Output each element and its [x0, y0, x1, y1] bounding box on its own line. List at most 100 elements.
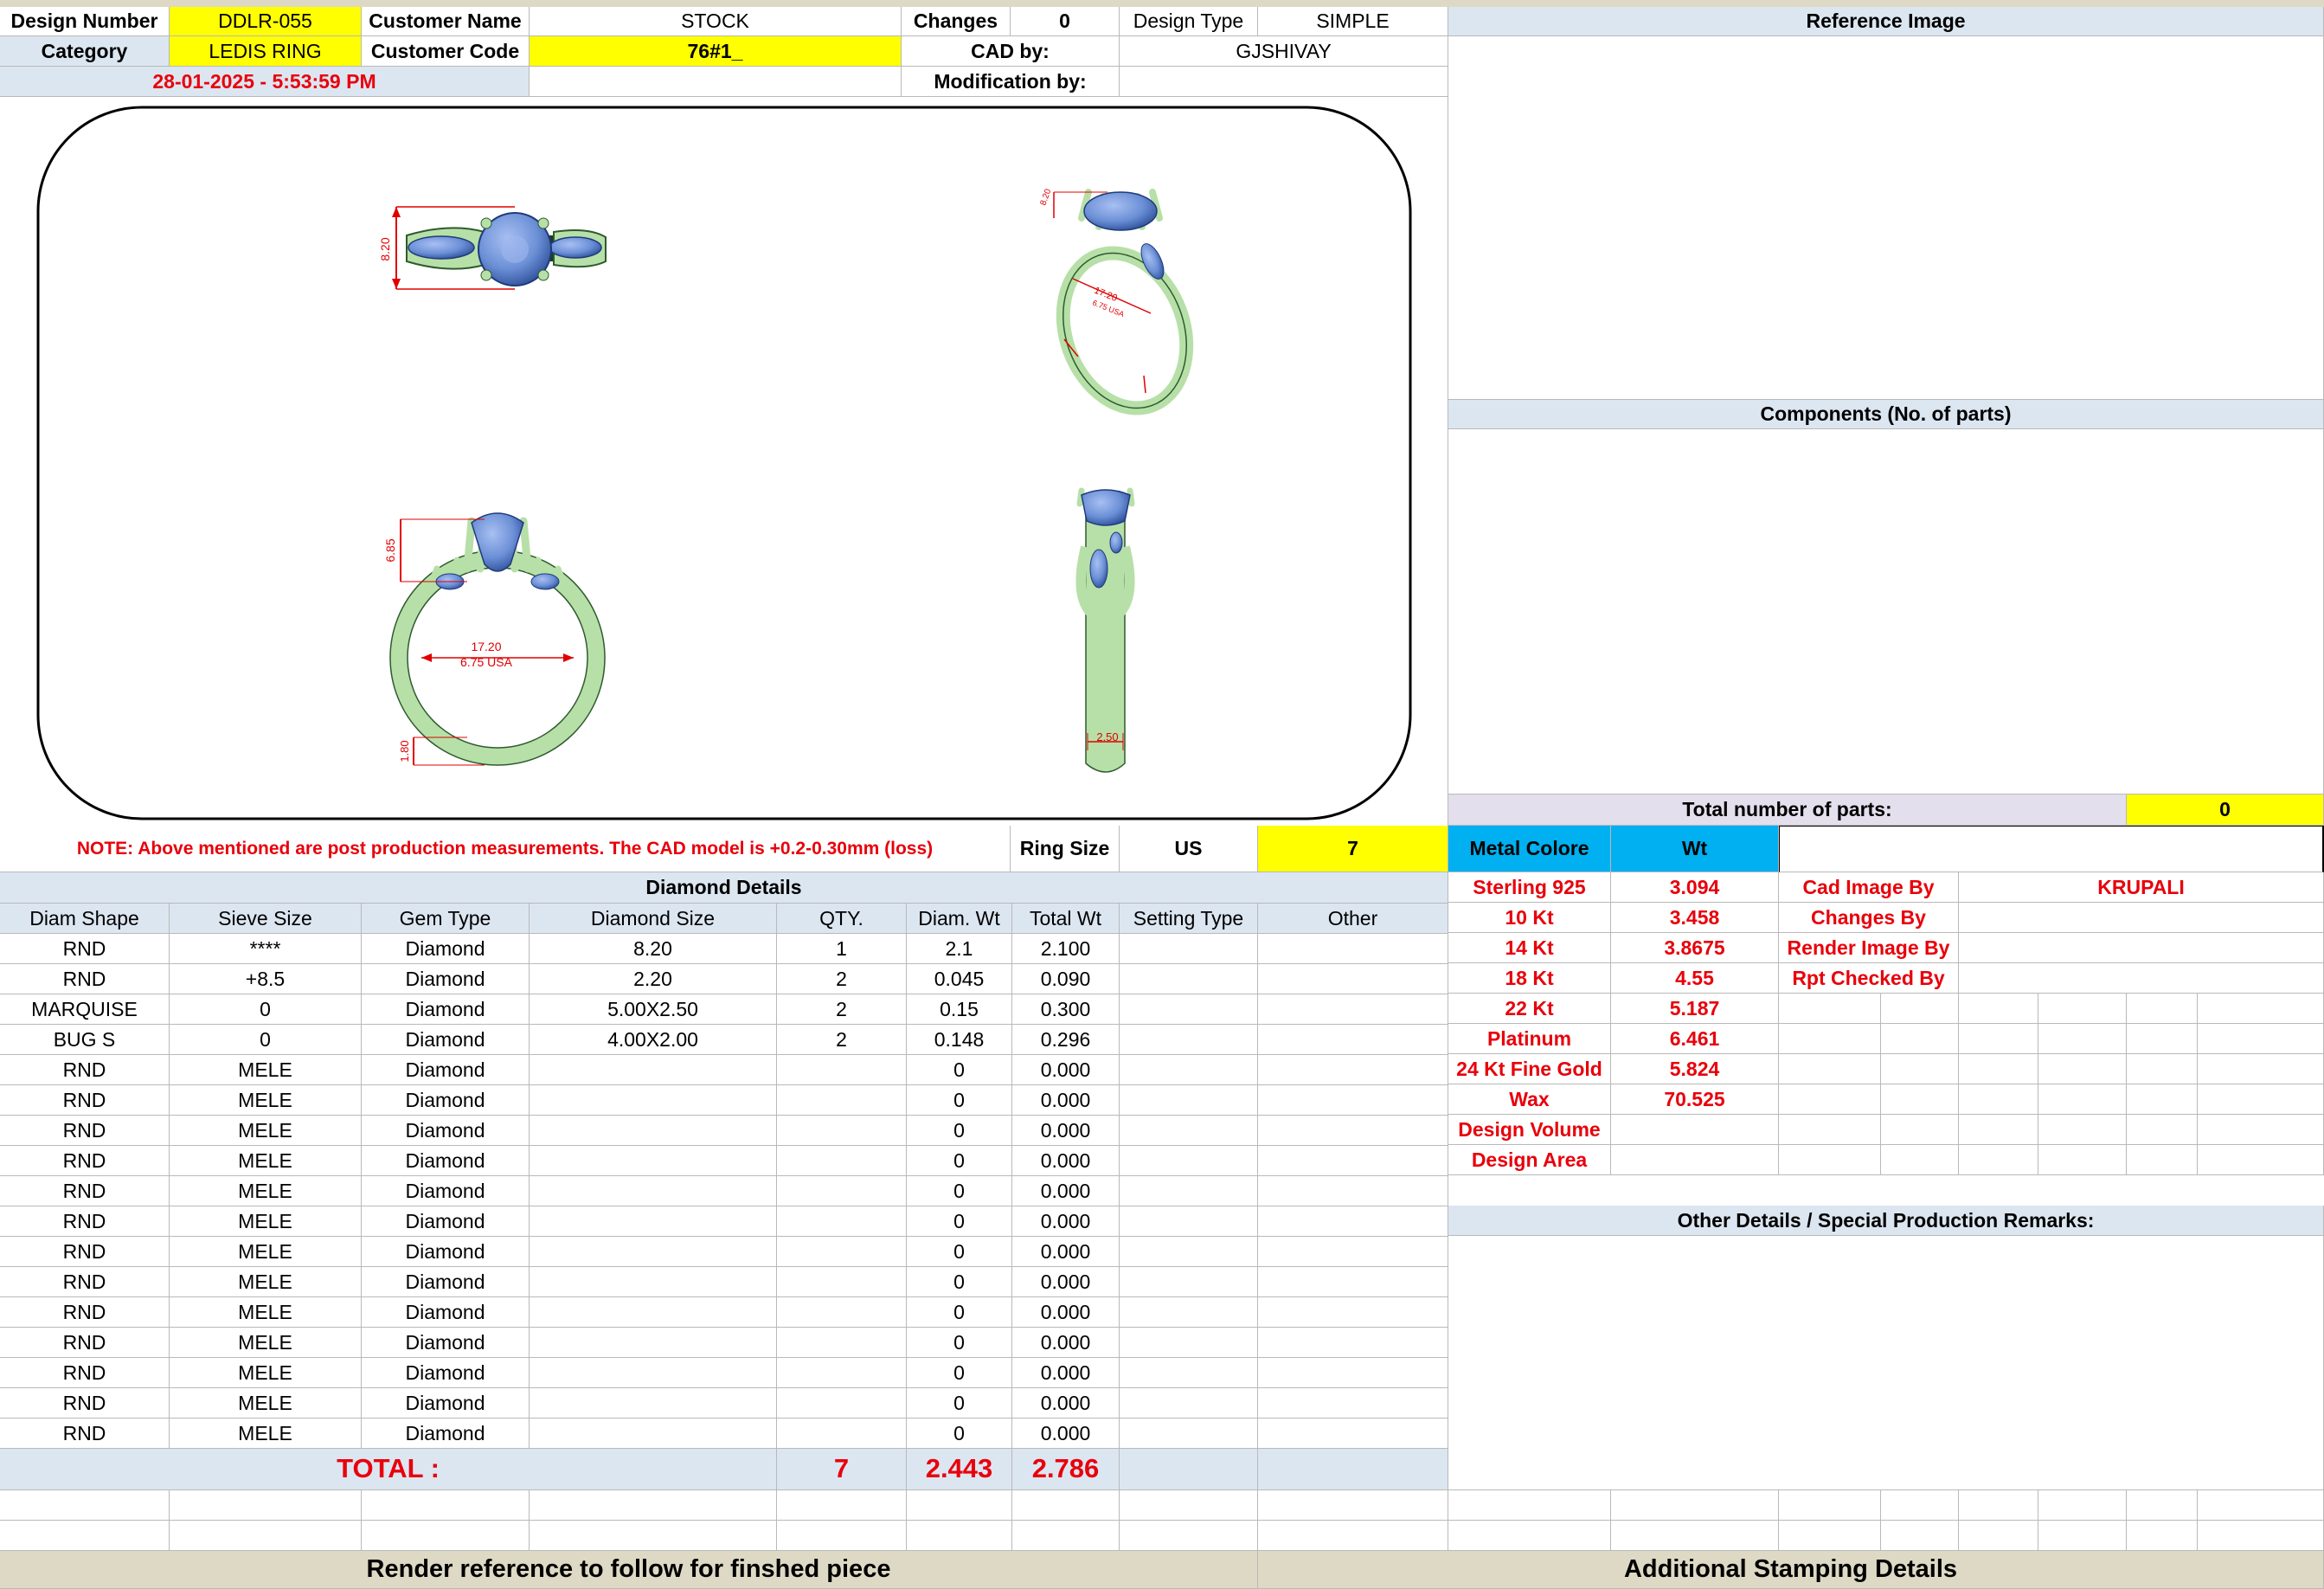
drawing-frame	[36, 106, 1412, 820]
blank-row-1-cell	[1611, 1490, 1779, 1521]
diamond-row-15-sieve-size: MELE	[170, 1358, 362, 1388]
blank-row-2-cell	[2038, 1521, 2127, 1551]
diamond-row-4-setting-type[interactable]	[1120, 1025, 1258, 1055]
ring-size-value[interactable]: 7	[1258, 826, 1448, 872]
diamond-row-10-diam-shape: RND	[0, 1206, 170, 1237]
metal-wt-6: 6.461	[1611, 1024, 1779, 1054]
metal-grid-blank	[1959, 994, 2038, 1024]
diamond-row-7-setting-type[interactable]	[1120, 1116, 1258, 1146]
diamond-row-2-qty: 2	[777, 964, 907, 994]
diamond-row-1-other[interactable]	[1258, 934, 1448, 964]
diamond-row-3-total-wt: 0.300	[1012, 994, 1120, 1025]
diamond-row-8-setting-type[interactable]	[1120, 1146, 1258, 1176]
diamond-row-16-total-wt: 0.000	[1012, 1388, 1120, 1419]
diamond-row-11-other[interactable]	[1258, 1237, 1448, 1267]
diamond-row-13-other[interactable]	[1258, 1297, 1448, 1328]
diamond-row-1-setting-type[interactable]	[1120, 934, 1258, 964]
diamond-row-6-other[interactable]	[1258, 1085, 1448, 1116]
diamond-row-8-other[interactable]	[1258, 1146, 1448, 1176]
diamond-row-14-other[interactable]	[1258, 1328, 1448, 1358]
changes-cell[interactable]: 0	[1011, 7, 1120, 36]
metal-grid-blank	[2127, 1084, 2198, 1115]
diamond-row-6-total-wt: 0.000	[1012, 1085, 1120, 1116]
diamond-row-10-other[interactable]	[1258, 1206, 1448, 1237]
blank-row-2-cell	[170, 1521, 362, 1551]
diamond-row-8-diam-wt: 0	[907, 1146, 1012, 1176]
metal-grid-blank	[2127, 994, 2198, 1024]
dim-ring-size: 6.75 USA	[460, 655, 513, 669]
metal-name-3: 14 Kt	[1448, 933, 1611, 963]
diamond-row-12-diam-shape: RND	[0, 1267, 170, 1297]
diamond-row-9-other[interactable]	[1258, 1176, 1448, 1206]
diamond-row-5-diam-shape: RND	[0, 1055, 170, 1085]
diamond-row-14-setting-type[interactable]	[1120, 1328, 1258, 1358]
diamond-row-2-setting-type[interactable]	[1120, 964, 1258, 994]
diamond-row-14-qty	[777, 1328, 907, 1358]
diamond-row-17-setting-type[interactable]	[1120, 1419, 1258, 1449]
diamond-row-15-setting-type[interactable]	[1120, 1358, 1258, 1388]
credit-value-1[interactable]: KRUPALI	[1959, 872, 2324, 903]
timestamp: 28-01-2025 - 5:53:59 PM	[0, 67, 530, 97]
top-strip	[0, 0, 2324, 7]
diamond-row-3-setting-type[interactable]	[1120, 994, 1258, 1025]
col-header-qty: QTY.	[777, 904, 907, 934]
ring-cad-views: 8.20 8.20 17.20 6.75 USA 6.85 17.20 6.75…	[36, 106, 1412, 820]
diamond-row-17-other[interactable]	[1258, 1419, 1448, 1449]
design-type-label: Design Type	[1120, 7, 1258, 36]
design-type-cell[interactable]: SIMPLE	[1258, 7, 1448, 36]
diamond-row-2-other[interactable]	[1258, 964, 1448, 994]
metal-wt-9	[1611, 1115, 1779, 1145]
design-number-label: Design Number	[0, 7, 170, 36]
customer-name-cell[interactable]: STOCK	[530, 7, 902, 36]
diamond-row-5-setting-type[interactable]	[1120, 1055, 1258, 1085]
diamond-row-9-diam-shape: RND	[0, 1176, 170, 1206]
diamond-row-10-qty	[777, 1206, 907, 1237]
diamond-row-5-other[interactable]	[1258, 1055, 1448, 1085]
diamond-row-14-diam-shape: RND	[0, 1328, 170, 1358]
blank-row-1-cell	[1779, 1490, 1881, 1521]
diamond-row-12-setting-type[interactable]	[1120, 1267, 1258, 1297]
total-parts-value[interactable]: 0	[2127, 794, 2324, 826]
design-number-cell[interactable]: DDLR-055	[170, 7, 362, 36]
diamond-row-12-other[interactable]	[1258, 1267, 1448, 1297]
diamond-row-4-other[interactable]	[1258, 1025, 1448, 1055]
diamond-row-11-qty	[777, 1237, 907, 1267]
blank-row-1-cell	[530, 1490, 777, 1521]
diamond-row-3-gem-type: Diamond	[362, 994, 530, 1025]
diamond-row-6-diam-wt: 0	[907, 1085, 1012, 1116]
diamond-row-13-diam-wt: 0	[907, 1297, 1012, 1328]
diamond-row-12-qty	[777, 1267, 907, 1297]
category-cell[interactable]: LEDIS RING	[170, 36, 362, 67]
metal-grid-blank	[2038, 1145, 2127, 1175]
diamond-row-5-diamond-size	[530, 1055, 777, 1085]
diamond-row-16-setting-type[interactable]	[1120, 1388, 1258, 1419]
diamond-row-4-diam-wt: 0.148	[907, 1025, 1012, 1055]
credit-value-3[interactable]	[1959, 933, 2324, 963]
diamond-row-6-setting-type[interactable]	[1120, 1085, 1258, 1116]
diamond-row-9-setting-type[interactable]	[1120, 1176, 1258, 1206]
diamond-row-2-total-wt: 0.090	[1012, 964, 1120, 994]
customer-code-cell[interactable]: 76#1_	[530, 36, 902, 67]
blank-row-2-cell	[1258, 1521, 1448, 1551]
cad-by-cell[interactable]: GJSHIVAY	[1120, 36, 1448, 67]
components-area	[1448, 429, 2324, 794]
diamond-row-3-other[interactable]	[1258, 994, 1448, 1025]
credit-value-4[interactable]	[1959, 963, 2324, 994]
modification-by-cell[interactable]	[1120, 67, 1448, 97]
remarks-area[interactable]	[1448, 1236, 2324, 1490]
diamond-row-12-diamond-size	[530, 1267, 777, 1297]
diamond-row-2-sieve-size: +8.5	[170, 964, 362, 994]
dim-perspective-height: 8.20	[1038, 188, 1053, 207]
metal-grid-blank	[2198, 994, 2324, 1024]
diamond-row-13-setting-type[interactable]	[1120, 1297, 1258, 1328]
credit-value-2[interactable]	[1959, 903, 2324, 933]
diamond-row-11-setting-type[interactable]	[1120, 1237, 1258, 1267]
diamond-row-17-sieve-size: MELE	[170, 1419, 362, 1449]
diamond-row-10-setting-type[interactable]	[1120, 1206, 1258, 1237]
metal-name-9: Design Volume	[1448, 1115, 1611, 1145]
diamond-row-16-other[interactable]	[1258, 1388, 1448, 1419]
metal-color-blank	[1779, 826, 2324, 872]
metal-wt-1: 3.094	[1611, 872, 1779, 903]
diamond-row-15-other[interactable]	[1258, 1358, 1448, 1388]
diamond-row-7-other[interactable]	[1258, 1116, 1448, 1146]
